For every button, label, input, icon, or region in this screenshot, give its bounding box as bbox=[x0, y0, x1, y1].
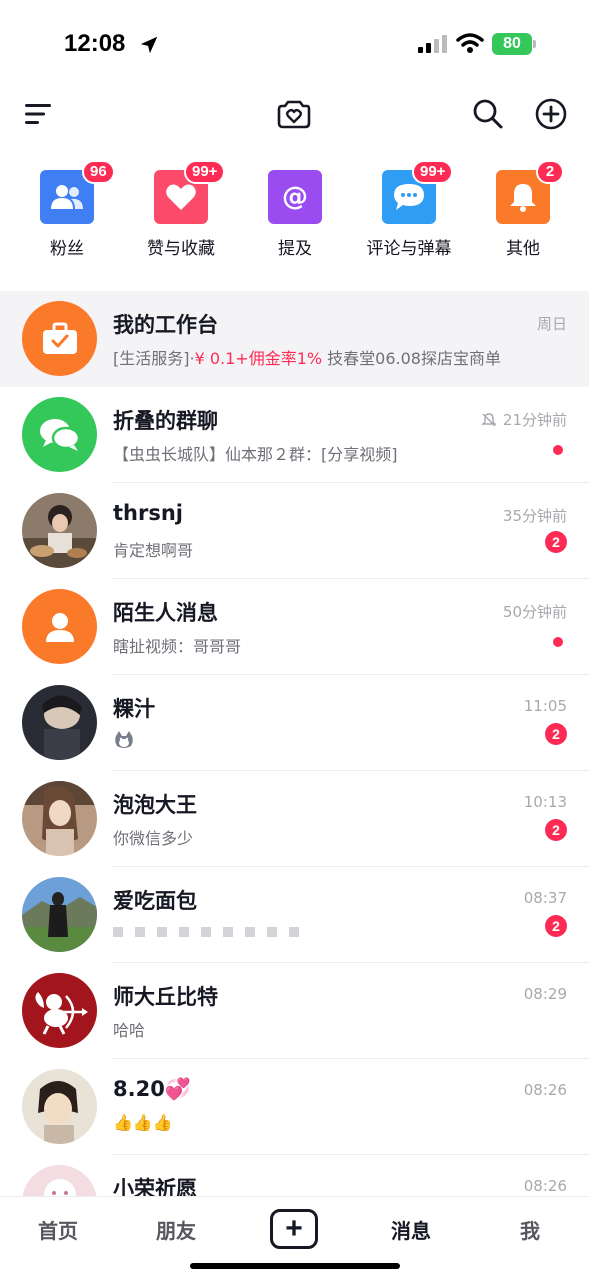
message-name: thrsnj bbox=[113, 501, 183, 525]
category-mentions[interactable]: @ 提及 bbox=[240, 160, 350, 270]
list-item[interactable]: thrsnj 35分钟前 肯定想啊哥 2 bbox=[0, 483, 589, 579]
top-toolbar bbox=[0, 90, 589, 140]
message-preview: [生活服务]·¥ 0.1+佣金率1% 技春堂06.08探店宝商单 bbox=[113, 349, 501, 368]
message-time: 50分钟前 bbox=[502, 603, 567, 621]
at-icon: @ bbox=[268, 170, 322, 224]
svg-text:@: @ bbox=[282, 182, 308, 212]
category-badge: 2 bbox=[536, 160, 564, 184]
wifi-icon bbox=[456, 33, 484, 53]
message-name: 师大丘比特 bbox=[113, 985, 218, 1009]
message-name: 小荣祈愿 bbox=[113, 1177, 197, 1196]
category-badge: 99+ bbox=[412, 160, 454, 184]
list-item[interactable]: 粿汁 11:05 2 bbox=[0, 675, 589, 771]
list-item[interactable]: 爱吃面包 08:37 2 bbox=[0, 867, 589, 963]
category-label: 其他 bbox=[506, 239, 540, 259]
unread-dot bbox=[553, 445, 563, 455]
message-preview-blurred bbox=[113, 921, 299, 937]
avatar bbox=[22, 877, 97, 952]
list-item[interactable]: 8.20💞 08:26 👍👍👍 bbox=[0, 1059, 589, 1155]
message-preview bbox=[113, 729, 135, 755]
list-item[interactable]: 小荣祈愿 08:26 bbox=[0, 1155, 589, 1196]
message-time: 11:05 bbox=[523, 697, 567, 715]
cellular-signal-icon bbox=[418, 35, 447, 53]
message-time: 08:26 bbox=[523, 1177, 567, 1195]
nav-me[interactable]: 我 bbox=[480, 1215, 580, 1244]
message-preview: 瞎扯视频：哥哥哥 bbox=[113, 637, 242, 656]
unread-count: 2 bbox=[545, 531, 567, 553]
category-fans[interactable]: 96 粉丝 bbox=[12, 160, 122, 270]
category-other[interactable]: 2 其他 bbox=[468, 160, 578, 270]
unread-dot bbox=[553, 637, 563, 647]
message-preview: 你微信多少 bbox=[113, 829, 194, 848]
category-label: 粉丝 bbox=[50, 239, 84, 259]
sticker-icon bbox=[115, 731, 133, 748]
message-time: 35分钟前 bbox=[502, 507, 567, 525]
create-button[interactable]: + bbox=[270, 1209, 318, 1249]
list-item[interactable]: 折叠的群聊 21分钟前 【虫虫长城队】仙本那２群：[分享视频] bbox=[0, 387, 589, 483]
message-name: 折叠的群聊 bbox=[113, 409, 218, 433]
stranger-icon bbox=[22, 589, 97, 664]
cupid-icon bbox=[22, 973, 97, 1048]
avatar bbox=[22, 685, 97, 760]
notification-categories: 96 粉丝 99+ 赞与收藏 @ 提及 99+ 评论与弹幕 2 其他 bbox=[0, 160, 589, 270]
unread-count: 2 bbox=[545, 723, 567, 745]
nav-home[interactable]: 首页 bbox=[8, 1215, 108, 1244]
battery-level: 80 bbox=[492, 33, 532, 55]
message-preview: 肯定想啊哥 bbox=[113, 541, 194, 560]
message-preview: 【虫虫长城队】仙本那２群：[分享视频] bbox=[113, 445, 398, 464]
avatar bbox=[22, 493, 97, 568]
avatar bbox=[22, 1165, 97, 1196]
list-item[interactable]: 师大丘比特 08:29 哈哈 bbox=[0, 963, 589, 1059]
message-time: 08:26 bbox=[523, 1081, 567, 1099]
category-label: 评论与弹幕 bbox=[366, 239, 452, 259]
unread-count: 2 bbox=[545, 819, 567, 841]
message-preview: 👍👍👍 bbox=[113, 1113, 173, 1132]
category-badge: 96 bbox=[82, 160, 115, 184]
message-time: 21分钟前 bbox=[481, 409, 567, 430]
nav-friends[interactable]: 朋友 bbox=[126, 1215, 226, 1244]
category-likes[interactable]: 99+ 赞与收藏 bbox=[126, 160, 236, 270]
message-name: 爱吃面包 bbox=[113, 889, 197, 913]
message-name: 泡泡大王 bbox=[113, 793, 197, 817]
message-name: 陌生人消息 bbox=[113, 601, 218, 625]
status-time: 12:08 bbox=[64, 30, 126, 57]
message-name: 粿汁 bbox=[113, 697, 155, 721]
message-name: 8.20💞 bbox=[113, 1077, 191, 1101]
group-chat-icon bbox=[22, 397, 97, 472]
category-badge: 99+ bbox=[184, 160, 226, 184]
search-icon[interactable] bbox=[468, 94, 508, 134]
home-indicator bbox=[190, 1263, 400, 1269]
battery-icon: 80 bbox=[492, 33, 536, 55]
add-circle-icon[interactable] bbox=[531, 94, 571, 134]
list-item[interactable]: 泡泡大王 10:13 你微信多少 2 bbox=[0, 771, 589, 867]
unread-count: 2 bbox=[545, 915, 567, 937]
briefcase-icon bbox=[22, 301, 97, 376]
mute-bell-icon bbox=[481, 412, 497, 426]
message-time: 周日 bbox=[536, 315, 567, 333]
message-time: 10:13 bbox=[523, 793, 567, 811]
location-arrow-icon bbox=[140, 36, 158, 54]
category-comments[interactable]: 99+ 评论与弹幕 bbox=[354, 160, 464, 270]
category-label: 赞与收藏 bbox=[147, 239, 215, 259]
list-item[interactable]: 我的工作台 周日 [生活服务]·¥ 0.1+佣金率1% 技春堂06.08探店宝商… bbox=[0, 291, 589, 387]
message-name: 我的工作台 bbox=[113, 313, 218, 337]
avatar bbox=[22, 781, 97, 856]
menu-icon[interactable] bbox=[18, 94, 58, 134]
status-bar: 12:08 80 bbox=[0, 0, 589, 90]
list-item[interactable]: 陌生人消息 50分钟前 瞎扯视频：哥哥哥 bbox=[0, 579, 589, 675]
message-time: 08:37 bbox=[523, 889, 567, 907]
avatar bbox=[22, 1069, 97, 1144]
message-list: 我的工作台 周日 [生活服务]·¥ 0.1+佣金率1% 技春堂06.08探店宝商… bbox=[0, 291, 589, 1196]
category-label: 提及 bbox=[278, 239, 312, 259]
heart-camera-icon[interactable] bbox=[274, 94, 314, 134]
message-time: 08:29 bbox=[523, 985, 567, 1003]
nav-messages[interactable]: 消息 bbox=[361, 1215, 461, 1244]
message-preview: 哈哈 bbox=[113, 1021, 146, 1040]
